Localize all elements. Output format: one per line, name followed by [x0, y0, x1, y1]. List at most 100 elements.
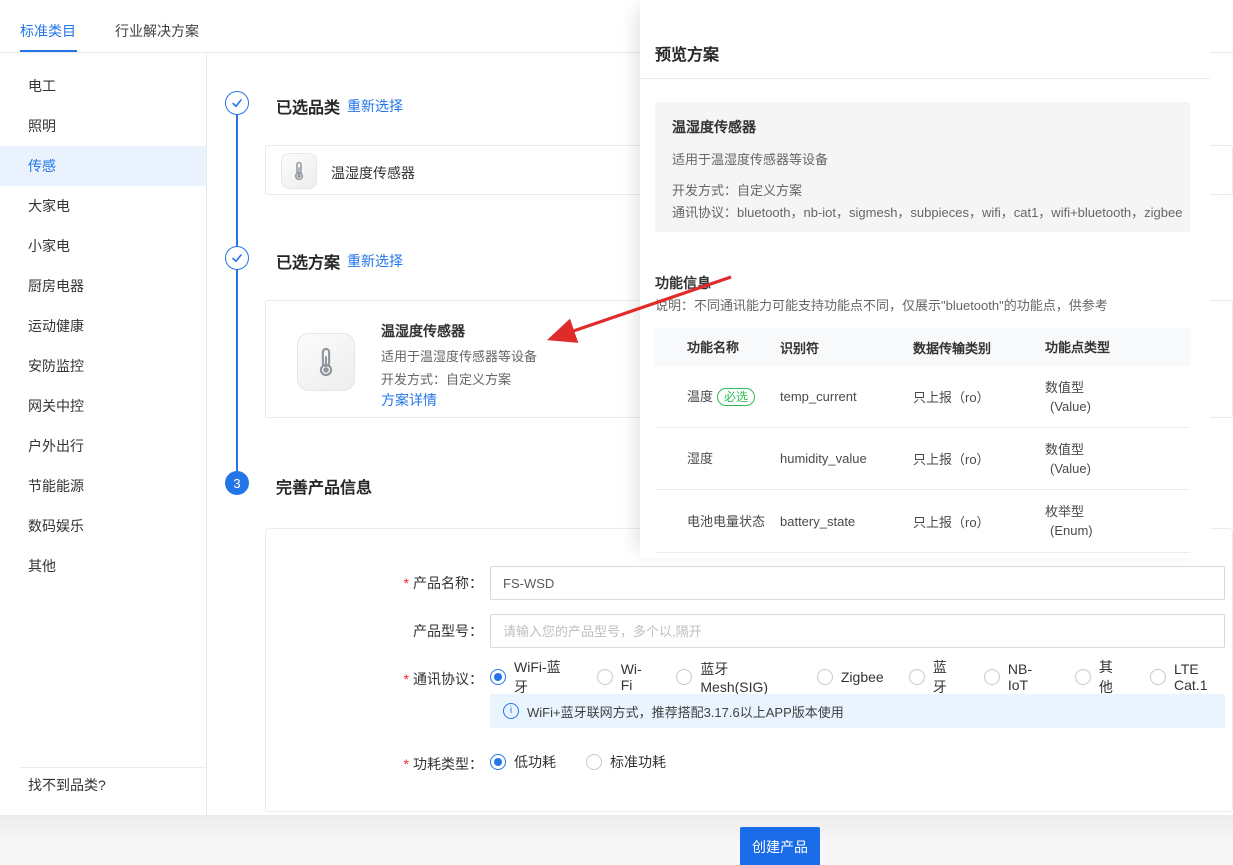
solution-info-box: 温湿度传感器 适用于温湿度传感器等设备 开发方式：自定义方案 通讯协议：blue… [655, 102, 1190, 232]
function-info-title: 功能信息 [655, 273, 711, 293]
dp-transfer: 只上报（ro） [913, 449, 1045, 468]
preview-solution-desc: 适用于温湿度传感器等设备 [672, 149, 828, 168]
radio-icon [909, 669, 925, 685]
table-row: 湿度 humidity_value 只上报（ro） 数值型 (Value) [655, 428, 1190, 490]
sidebar-item-chuangan[interactable]: 传感 [0, 146, 206, 186]
sidebar-item-diangong[interactable]: 电工 [0, 66, 206, 106]
dp-transfer: 只上报（ro） [913, 387, 1045, 406]
required-asterisk: * [404, 671, 409, 687]
radio-wifi-ble[interactable]: WiFi-蓝牙 [490, 657, 572, 697]
sidebar-divider [206, 53, 207, 815]
tab-standard-category[interactable]: 标准类目 [20, 21, 76, 41]
product-model-label: 产品型号： [413, 621, 483, 641]
sidebar-item-huwai[interactable]: 户外出行 [0, 426, 206, 466]
solution-detail-link[interactable]: 方案详情 [381, 390, 437, 410]
dp-identifier: humidity_value [780, 451, 913, 466]
radio-zigbee[interactable]: Zigbee [817, 669, 884, 685]
sidebar-item-yundong[interactable]: 运动健康 [0, 306, 206, 346]
dp-transfer: 只上报（ro） [913, 512, 1045, 531]
dp-name: 湿度 [655, 449, 780, 468]
sidebar-item-wangguan[interactable]: 网关中控 [0, 386, 206, 426]
step2-check-icon [225, 246, 249, 270]
radio-icon [490, 754, 506, 770]
sidebar-footer-divider [20, 767, 206, 768]
thermometer-icon [281, 153, 317, 189]
function-info-note: 说明：不同通讯能力可能支持功能点不同，仅展示"bluetooth"的功能点，供参… [655, 295, 1108, 314]
step1-title: 已选品类 [276, 94, 340, 118]
radio-ble-mesh[interactable]: 蓝牙Mesh(SIG) [676, 659, 792, 695]
col-header-name: 功能名称 [655, 338, 780, 357]
thermometer-icon [297, 333, 355, 391]
radio-icon [490, 669, 506, 685]
protocol-notice-banner: i WiFi+蓝牙联网方式，推荐搭配3.17.6以上APP版本使用 [490, 694, 1225, 728]
check-icon [230, 96, 244, 110]
sidebar-item-zhaoming[interactable]: 照明 [0, 106, 206, 146]
dp-name: 温度必选 [655, 387, 780, 406]
product-creation-page: 标准类目 行业解决方案 电工 照明 传感 大家电 小家电 厨房电器 运动健康 安… [0, 0, 1233, 865]
table-row: 温度必选 temp_current 只上报（ro） 数值型 (Value) [655, 366, 1190, 428]
step3-number-badge: 3 [225, 471, 249, 495]
tab-industry-solution[interactable]: 行业解决方案 [115, 21, 199, 41]
cannot-find-category-link[interactable]: 找不到品类? [28, 775, 106, 795]
step2-reselect-link[interactable]: 重新选择 [347, 251, 403, 271]
sidebar-item-qita[interactable]: 其他 [0, 546, 206, 586]
solution-desc: 适用于温湿度传感器等设备 [381, 346, 537, 365]
dp-type: 数值型 (Value) [1045, 440, 1190, 478]
footer-bar [0, 815, 1233, 865]
radio-wifi[interactable]: Wi-Fi [597, 661, 652, 693]
radio-icon [984, 669, 1000, 685]
preview-dev-mode: 开发方式：自定义方案 [672, 180, 802, 199]
required-asterisk: * [404, 575, 409, 591]
preview-title-divider [640, 78, 1210, 79]
dp-identifier: battery_state [780, 514, 913, 529]
dp-name: 电池电量状态 [655, 512, 780, 531]
dp-identifier: temp_current [780, 389, 913, 404]
step3-title: 完善产品信息 [276, 474, 372, 498]
radio-icon [597, 669, 613, 685]
protocol-label: *通讯协议： [404, 669, 483, 689]
radio-icon [817, 669, 833, 685]
product-name-label: *产品名称： [404, 573, 483, 593]
radio-nbiot[interactable]: NB-IoT [984, 661, 1050, 693]
sidebar-item-shuma[interactable]: 数码娱乐 [0, 506, 206, 546]
sidebar-item-dajiadian[interactable]: 大家电 [0, 186, 206, 226]
radio-ble[interactable]: 蓝牙 [909, 657, 959, 697]
solution-name: 温湿度传感器 [381, 321, 465, 341]
dp-type: 数值型 (Value) [1045, 378, 1190, 416]
sidebar-item-jieneng[interactable]: 节能能源 [0, 466, 206, 506]
protocol-notice-text: WiFi+蓝牙联网方式，推荐搭配3.17.6以上APP版本使用 [527, 702, 844, 721]
product-name-input[interactable] [490, 566, 1225, 600]
radio-standard-power[interactable]: 标准功耗 [586, 752, 666, 772]
radio-icon [676, 669, 692, 685]
protocol-radio-group: WiFi-蓝牙 Wi-Fi 蓝牙Mesh(SIG) Zigbee 蓝牙 NB-I… [490, 665, 1233, 689]
required-asterisk: * [404, 756, 409, 772]
solution-dev-mode: 开发方式：自定义方案 [381, 369, 511, 388]
col-header-type: 功能点类型 [1045, 338, 1190, 357]
radio-icon [1075, 669, 1091, 685]
radio-low-power[interactable]: 低功耗 [490, 752, 556, 772]
radio-icon [1150, 669, 1166, 685]
create-product-button[interactable]: 创建产品 [740, 827, 820, 865]
table-row: 电池电量状态 battery_state 只上报（ro） 枚举型 (Enum) [655, 490, 1190, 553]
preview-protocols: 通讯协议：bluetooth，nb-iot，sigmesh，subpieces，… [672, 202, 1182, 221]
sidebar-item-anfang[interactable]: 安防监控 [0, 346, 206, 386]
category-sidebar: 电工 照明 传感 大家电 小家电 厨房电器 运动健康 安防监控 网关中控 户外出… [0, 53, 206, 815]
preview-title: 预览方案 [655, 41, 719, 65]
col-header-transfer: 数据传输类别 [913, 338, 1045, 357]
product-model-input[interactable] [490, 614, 1225, 648]
function-table-header: 功能名称 识别符 数据传输类别 功能点类型 [655, 328, 1190, 366]
col-header-identifier: 识别符 [780, 338, 913, 357]
step2-title: 已选方案 [276, 249, 340, 273]
radio-other[interactable]: 其他 [1075, 657, 1125, 697]
radio-lte-cat1[interactable]: LTE Cat.1 [1150, 661, 1233, 693]
sidebar-item-xiaojiadian[interactable]: 小家电 [0, 226, 206, 266]
info-icon: i [503, 703, 519, 719]
step1-reselect-link[interactable]: 重新选择 [347, 96, 403, 116]
sidebar-item-chufang[interactable]: 厨房电器 [0, 266, 206, 306]
required-badge: 必选 [717, 388, 755, 406]
selected-category-name: 温湿度传感器 [331, 163, 415, 183]
power-type-label: *功耗类型： [404, 754, 483, 774]
radio-icon [586, 754, 602, 770]
preview-solution-name: 温湿度传感器 [672, 117, 756, 137]
step1-check-icon [225, 91, 249, 115]
